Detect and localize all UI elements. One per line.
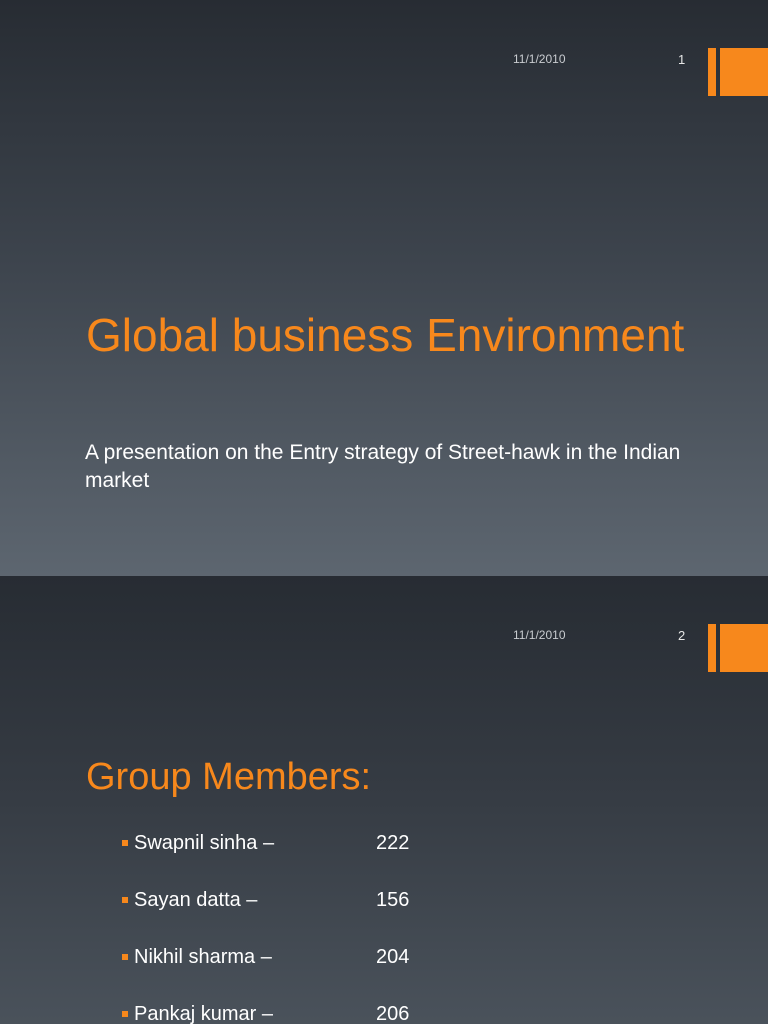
square-bullet-icon (122, 897, 128, 903)
list-item: Pankaj kumar – 206 (120, 1003, 520, 1024)
slide-number: 1 (678, 52, 686, 67)
slide-2: 11/1/2010 2 Group Members: Swapnil sinha… (0, 576, 768, 1024)
list-item: Swapnil sinha – 222 (120, 832, 520, 889)
square-bullet-icon (122, 954, 128, 960)
member-name: Sayan datta – (134, 889, 258, 911)
member-name: Nikhil sharma – (134, 946, 272, 968)
list-item: Nikhil sharma – 204 (120, 946, 520, 1003)
accent-bar-decoration (708, 48, 716, 96)
member-roll-number: 204 (376, 946, 410, 968)
member-name: Pankaj kumar – (134, 1003, 273, 1024)
member-roll-number: 206 (376, 1003, 410, 1024)
list-item: Sayan datta – 156 (120, 889, 520, 946)
slide-title: Group Members: (86, 756, 372, 798)
slide-subtitle: A presentation on the Entry strategy of … (85, 441, 681, 492)
member-roll-number: 222 (376, 832, 410, 854)
slide-number: 2 (678, 628, 686, 643)
square-bullet-icon (122, 840, 128, 846)
slide-1: 11/1/2010 1 Global business Environment … (0, 0, 768, 576)
member-roll-number: 156 (376, 889, 410, 911)
accent-bar-decoration (708, 624, 716, 672)
accent-block-decoration (720, 48, 768, 96)
group-members-list: Swapnil sinha – 222 Sayan datta – 156 Ni… (120, 832, 520, 1024)
accent-block-decoration (720, 624, 768, 672)
member-name: Swapnil sinha – (134, 832, 275, 854)
slide-date: 11/1/2010 (513, 52, 566, 66)
slide-date: 11/1/2010 (513, 628, 566, 642)
slide-title: Global business Environment (86, 309, 685, 361)
square-bullet-icon (122, 1011, 128, 1017)
